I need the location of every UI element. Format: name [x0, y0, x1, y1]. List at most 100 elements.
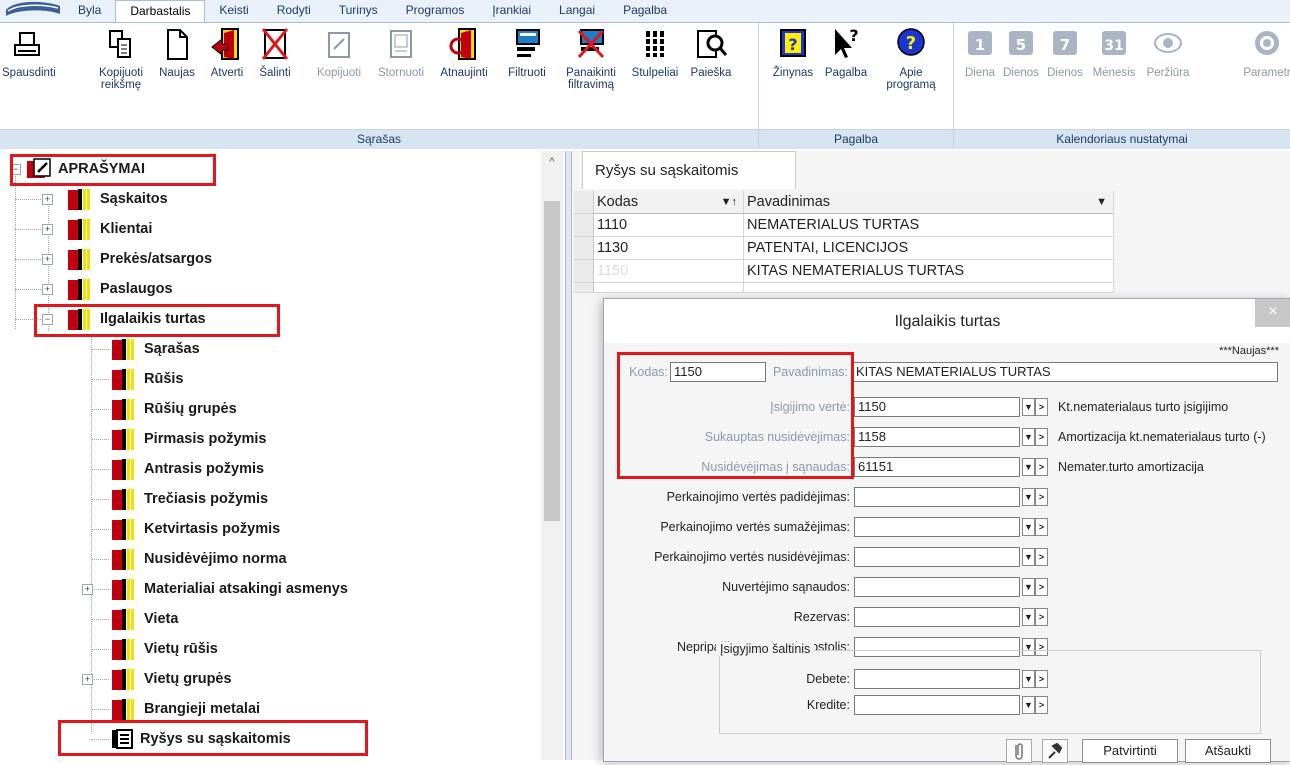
tree-child-item[interactable]: Brangieji metalai	[110, 695, 260, 723]
account-field[interactable]: 1158	[854, 427, 1020, 447]
close-icon[interactable]: ×	[1255, 299, 1290, 327]
scroll-up-icon[interactable]: ^	[541, 151, 563, 173]
help-button[interactable]: ? Pagalba	[821, 27, 871, 79]
account-field[interactable]: 61151	[854, 457, 1020, 477]
expand-icon[interactable]: +	[42, 254, 53, 265]
expand-icon[interactable]: +	[82, 674, 93, 685]
about-button[interactable]: ? Apie programą	[883, 27, 939, 91]
expand-icon[interactable]: +	[42, 194, 53, 205]
clear-filter-button[interactable]: Panaikinti filtravimą	[558, 27, 624, 91]
tab-langai[interactable]: Langai	[545, 0, 609, 22]
tree-child-item[interactable]: Ketvirtasis požymis	[110, 515, 280, 543]
credit-field[interactable]	[854, 695, 1020, 715]
dropdown-icon[interactable]: ▼	[1022, 518, 1035, 536]
filter-button[interactable]: Filtruoti	[500, 27, 554, 79]
tree-child-item[interactable]: Vietų rūšis	[110, 635, 218, 663]
confirm-button[interactable]: Patvirtinti	[1082, 739, 1178, 763]
table-row-selected[interactable]: 1150 KITAS NEMATERIALUS TURTAS	[574, 260, 1114, 283]
params-button[interactable]: Parametr	[1242, 27, 1290, 79]
account-field[interactable]	[854, 517, 1020, 537]
account-field[interactable]	[854, 547, 1020, 567]
tree-child-item[interactable]: Pirmasis požymis	[110, 425, 267, 453]
dropdown-icon[interactable]: ▼	[1022, 488, 1035, 506]
storno-button[interactable]: Stornuoti	[370, 27, 432, 79]
lookup-icon[interactable]: >	[1035, 488, 1048, 506]
account-field[interactable]	[854, 487, 1020, 507]
refresh-button[interactable]: Atnaujinti	[432, 27, 496, 79]
debit-dropdown-icon[interactable]: ▼	[1022, 670, 1035, 688]
account-field[interactable]	[854, 607, 1020, 627]
tree-child-item[interactable]: Vietų grupės	[110, 665, 232, 693]
tab-byla[interactable]: Byla	[64, 0, 115, 22]
new-button[interactable]: Naujas	[154, 27, 200, 79]
tree-item[interactable]: + Klientai	[42, 215, 152, 243]
search-button[interactable]: Paieška	[686, 27, 736, 79]
columns-button[interactable]: Stulpeliai	[624, 27, 686, 79]
tab-account-links[interactable]: Ryšys su sąskaitomis	[582, 151, 796, 189]
debit-field[interactable]	[854, 669, 1020, 689]
column-header-code[interactable]: Kodas ▼↑	[594, 191, 744, 214]
day-button[interactable]: 1 Diena	[962, 27, 998, 79]
dropdown-icon[interactable]: ▼	[1022, 398, 1035, 416]
lookup-icon[interactable]: >	[1035, 428, 1048, 446]
scrollbar-thumb[interactable]	[544, 201, 560, 521]
print-button[interactable]: Spausdinti	[2, 27, 56, 79]
lookup-icon[interactable]: >	[1035, 398, 1048, 416]
table-row[interactable]: 1110 NEMATERIALUS TURTAS	[574, 214, 1114, 237]
expand-icon[interactable]: +	[82, 584, 93, 595]
tree-item[interactable]: + Prekės/atsargos	[42, 245, 212, 273]
name-field[interactable]: KITAS NEMATERIALUS TURTAS	[852, 362, 1278, 382]
credit-lookup-icon[interactable]: >	[1035, 696, 1048, 714]
tree-child-item[interactable]: Rūšių grupės	[110, 395, 237, 423]
open-button[interactable]: Atverti	[204, 27, 250, 79]
view-button[interactable]: Peržiūra	[1142, 27, 1194, 79]
panel-splitter[interactable]	[565, 151, 572, 760]
days7-button[interactable]: 7 Dienos	[1044, 27, 1086, 79]
filter-dropdown-icon[interactable]: ▼	[1096, 191, 1107, 213]
table-row[interactable]: 1130 PATENTAI, LICENCIJOS	[574, 237, 1114, 260]
tree-child-item[interactable]: Sąrašas	[110, 335, 200, 363]
delete-button[interactable]: Šalinti	[254, 27, 296, 79]
tab-pagalba[interactable]: Pagalba	[609, 0, 681, 22]
lookup-icon[interactable]: >	[1035, 548, 1048, 566]
tab-rodyti[interactable]: Rodyti	[263, 0, 325, 22]
tree-item[interactable]: + Sąskaitos	[42, 185, 168, 213]
month-button[interactable]: 31 Mėnesis	[1088, 27, 1140, 79]
pin-button[interactable]	[1042, 739, 1068, 763]
copy-button[interactable]: Kopijuoti	[310, 27, 368, 79]
debit-lookup-icon[interactable]: >	[1035, 670, 1048, 688]
credit-dropdown-icon[interactable]: ▼	[1022, 696, 1035, 714]
dropdown-icon[interactable]: ▼	[1022, 458, 1035, 476]
dropdown-icon[interactable]: ▼	[1022, 608, 1035, 626]
app-logo-icon[interactable]	[4, 0, 62, 18]
tree-child-item[interactable]: Nusidėvėjimo norma	[110, 545, 287, 573]
tree-child-item[interactable]: Rūšis	[110, 365, 184, 393]
lookup-icon[interactable]: >	[1035, 458, 1048, 476]
manual-button[interactable]: ? Žinynas	[767, 27, 819, 79]
expand-icon[interactable]: +	[42, 284, 53, 295]
lookup-icon[interactable]: >	[1035, 608, 1048, 626]
tab-darbastalis[interactable]: Darbastalis	[115, 0, 206, 22]
copy-value-button[interactable]: Kopijuoti reikšmę	[92, 27, 150, 91]
tree-child-item[interactable]: Materialiai atsakingi asmenys	[110, 575, 348, 603]
table-row[interactable]	[574, 283, 1114, 293]
attachment-button[interactable]	[1006, 739, 1032, 763]
column-header-name[interactable]: Pavadinimas ▼	[744, 191, 1114, 214]
account-field[interactable]	[854, 577, 1020, 597]
dropdown-icon[interactable]: ▼	[1022, 548, 1035, 566]
tree-child-item[interactable]: Vieta	[110, 605, 178, 633]
lookup-icon[interactable]: >	[1035, 578, 1048, 596]
expand-icon[interactable]: +	[42, 224, 53, 235]
days5-button[interactable]: 5 Dienos	[1000, 27, 1042, 79]
tab-turinys[interactable]: Turinys	[325, 0, 392, 22]
tab-programos[interactable]: Programos	[392, 0, 479, 22]
cancel-button[interactable]: Atšaukti	[1185, 739, 1271, 763]
account-field[interactable]: 1150	[854, 397, 1020, 417]
tree-child-item[interactable]: Antrasis požymis	[110, 455, 264, 483]
dropdown-icon[interactable]: ▼	[1022, 428, 1035, 446]
tree-scrollbar[interactable]: ^	[541, 151, 563, 760]
sort-icon[interactable]: ▼↑	[721, 191, 737, 213]
tree-child-item[interactable]: Trečiasis požymis	[110, 485, 268, 513]
tree-item[interactable]: + Paslaugos	[42, 275, 173, 303]
tab-irankiai[interactable]: Įrankiai	[478, 0, 545, 22]
